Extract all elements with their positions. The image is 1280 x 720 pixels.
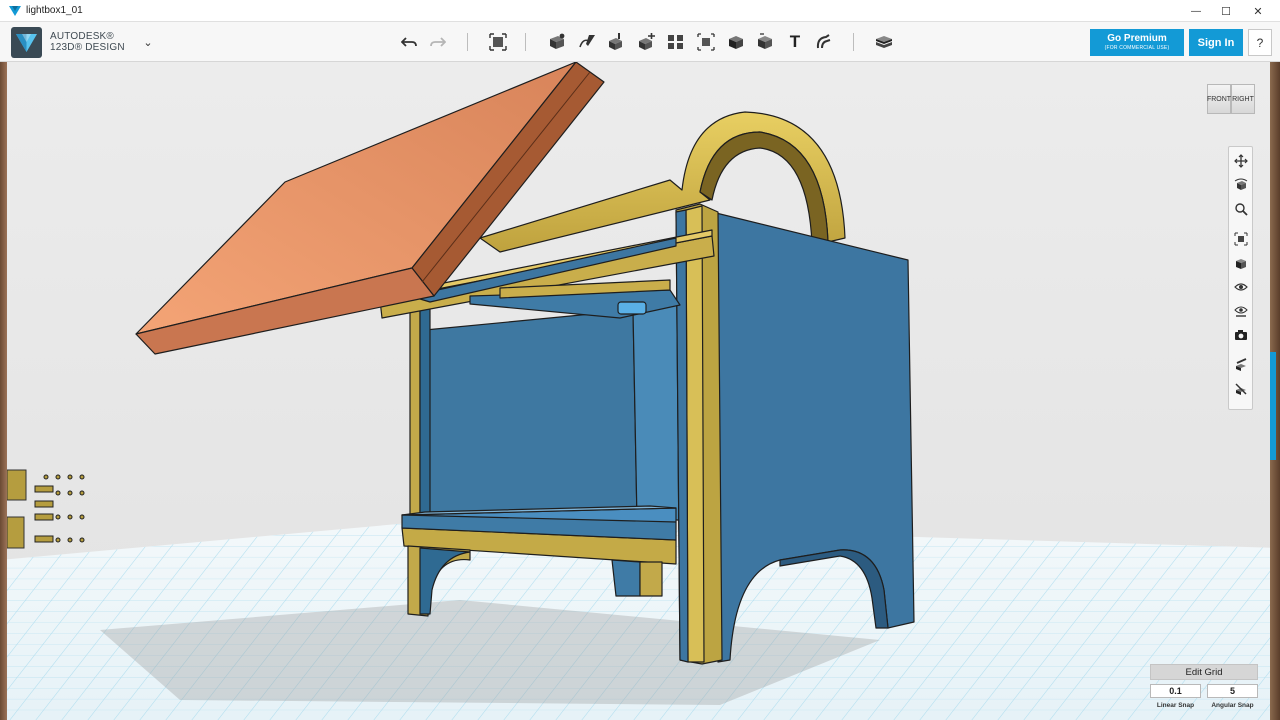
3d-viewport[interactable]: FRONT RIGHT Edit Grid 0.1 5 Linear Snap … — [0, 62, 1280, 720]
material-visibility-icon — [1234, 306, 1248, 317]
toolbar-separator — [467, 33, 468, 51]
brand-line-1: AUTODESK® — [50, 31, 114, 42]
camera-button[interactable] — [1232, 326, 1250, 344]
primitives-button[interactable] — [545, 30, 569, 54]
brand-line-2: 123D® DESIGN — [50, 42, 125, 53]
autodesk-logo — [11, 27, 42, 58]
app-logo-icon — [9, 6, 21, 16]
orbit-icon — [1234, 178, 1248, 190]
window-title: lightbox1_01 — [26, 5, 83, 16]
snap-icon — [816, 34, 831, 49]
transform-icon — [489, 33, 507, 51]
app-toolbar: AUTODESK® 123D® DESIGN ⌄ T Go Premium (F… — [0, 22, 1280, 62]
undo-icon — [401, 37, 417, 47]
construct-icon — [609, 33, 622, 50]
visibility-icon — [1234, 283, 1248, 291]
linear-snap-field[interactable]: 0.1 — [1150, 684, 1201, 698]
scene-canvas — [0, 62, 1280, 720]
measure-button[interactable] — [753, 30, 777, 54]
material-visibility-button[interactable] — [1232, 302, 1250, 320]
maximize-icon: ☐ — [1221, 5, 1231, 18]
app-window: lightbox1_01 — ☐ ✕ AUTODESK® 123D® DESIG… — [0, 0, 1280, 720]
navigation-panel — [1228, 146, 1253, 410]
edit-grid-button[interactable]: Edit Grid — [1150, 664, 1258, 680]
combine-icon — [729, 36, 743, 49]
combine-button[interactable] — [724, 30, 748, 54]
ungroup-tool-button[interactable] — [1232, 380, 1250, 398]
grouping-button[interactable] — [694, 30, 718, 54]
snap-button[interactable] — [812, 30, 836, 54]
text-icon: T — [789, 32, 801, 51]
middle-back-leg — [611, 559, 641, 597]
pan-button[interactable] — [1232, 152, 1250, 170]
measure-icon — [758, 33, 772, 49]
view-cube-front[interactable]: FRONT — [1207, 84, 1231, 114]
front-right-post-face — [685, 205, 705, 663]
orbit-button[interactable] — [1232, 176, 1250, 194]
go-premium-label: Go Premium — [1107, 33, 1167, 44]
angular-snap-field[interactable]: 5 — [1207, 684, 1258, 698]
scroll-accent — [1270, 352, 1276, 460]
view-mode-icon — [1236, 259, 1246, 269]
undo-button[interactable] — [397, 30, 421, 54]
snap-tool-button[interactable] — [1232, 356, 1250, 374]
minimize-icon: — — [1191, 5, 1201, 17]
transform-button[interactable] — [486, 30, 510, 54]
fit-button[interactable] — [1232, 230, 1250, 248]
close-button[interactable]: ✕ — [1242, 0, 1274, 22]
camera-icon — [1235, 330, 1247, 340]
help-button[interactable]: ? — [1248, 29, 1272, 56]
fit-icon — [1234, 232, 1248, 246]
loose-parts — [6, 469, 85, 549]
zoom-icon — [1235, 203, 1248, 216]
right-desktop-edge — [1270, 62, 1280, 720]
sketch-button[interactable] — [575, 30, 599, 54]
light-fixture — [617, 301, 647, 315]
minimize-button[interactable]: — — [1180, 0, 1212, 22]
material-icon — [876, 36, 892, 48]
inner-side-panel — [632, 299, 681, 521]
autodesk-logo-icon — [16, 34, 37, 52]
middle-back-leg-gold — [639, 561, 663, 597]
view-cube[interactable]: FRONT RIGHT — [1207, 80, 1255, 118]
visibility-button[interactable] — [1232, 278, 1250, 296]
angular-snap-label: Angular Snap — [1211, 702, 1254, 709]
snap-tool-icon — [1236, 358, 1247, 371]
pattern-icon — [668, 35, 683, 49]
pan-icon — [1234, 154, 1248, 168]
sketch-icon — [579, 35, 595, 48]
left-front-panel — [419, 295, 431, 521]
redo-icon — [430, 37, 446, 47]
text-button[interactable]: T — [783, 30, 807, 54]
linear-snap-label: Linear Snap — [1156, 702, 1195, 709]
ungroup-tool-icon — [1235, 383, 1247, 395]
grouping-icon — [697, 33, 715, 51]
grid-editor: Edit Grid 0.1 5 Linear Snap Angular Snap — [1150, 664, 1258, 720]
sign-in-button[interactable]: Sign In — [1189, 29, 1243, 56]
go-premium-button[interactable]: Go Premium (FOR COMMERCIAL USE) — [1090, 29, 1184, 56]
redo-button[interactable] — [426, 30, 450, 54]
toolbar-separator — [525, 33, 526, 51]
view-cube-right[interactable]: RIGHT — [1231, 84, 1255, 114]
maximize-button[interactable]: ☐ — [1210, 0, 1242, 22]
primitives-icon — [550, 33, 565, 49]
view-mode-button[interactable] — [1232, 254, 1250, 272]
go-premium-sublabel: (FOR COMMERCIAL USE) — [1104, 45, 1170, 51]
toolbar-separator — [853, 33, 854, 51]
construct-button[interactable] — [604, 30, 628, 54]
close-icon: ✕ — [1253, 5, 1263, 18]
modify-button[interactable] — [634, 30, 658, 54]
window-titlebar: lightbox1_01 — ☐ ✕ — [0, 0, 1280, 22]
zoom-button[interactable] — [1232, 200, 1250, 218]
left-desktop-edge — [0, 62, 7, 720]
material-button[interactable] — [872, 30, 896, 54]
app-menu-chevron-icon[interactable]: ⌄ — [141, 36, 155, 50]
modify-icon — [639, 33, 655, 50]
inner-back-panel — [424, 309, 638, 526]
pattern-button[interactable] — [664, 30, 688, 54]
